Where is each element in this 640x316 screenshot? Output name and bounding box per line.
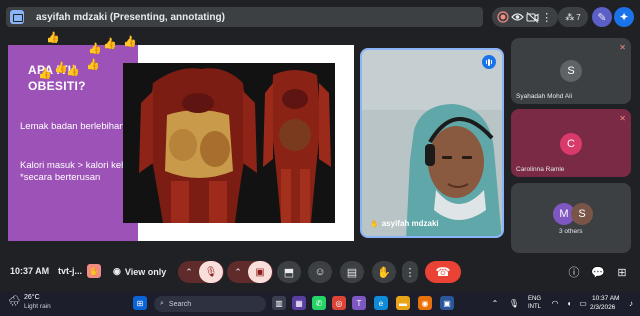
meet-app-icon[interactable]: ▦	[292, 296, 306, 310]
clock-time[interactable]: 10:37 AM	[592, 295, 619, 302]
participant-tile-carolinna[interactable]: ✕ C Carolinna Ramle	[511, 109, 631, 177]
presenting-chip[interactable]: asyifah mdzaki (Presenting, annotating)	[6, 7, 483, 27]
taskbar-search[interactable]: ⌕ Search	[154, 296, 266, 312]
language-indicator[interactable]: ENG	[528, 296, 541, 302]
slide-bullet-1: Lemak badan berlebihan	[20, 121, 125, 132]
avatar: S	[571, 203, 593, 225]
thumbs-up-reaction-icon: 👍	[66, 65, 80, 77]
keyboard-layout[interactable]: INTL	[528, 304, 541, 310]
file-explorer-icon[interactable]: ▬	[396, 296, 410, 310]
others-tile[interactable]: M S 3 others	[511, 183, 631, 253]
no-video-icon[interactable]	[525, 10, 539, 24]
mic-off-icon: ✕	[619, 114, 626, 123]
notification-bell-icon[interactable]: ♪	[624, 296, 638, 310]
search-placeholder: Search	[168, 300, 192, 308]
chevron-up-icon[interactable]: ⌃	[228, 267, 248, 278]
mic-off-icon[interactable]: 🎙	[199, 261, 223, 283]
thumbs-up-reaction-icon: 👍	[38, 68, 52, 80]
search-icon: ⌕	[160, 300, 164, 307]
task-view-icon[interactable]: ▥	[272, 296, 286, 310]
presenting-title: asyifah mdzaki (Presenting, annotating)	[36, 11, 225, 23]
edge-icon[interactable]: e	[374, 296, 388, 310]
hand-raised-icon: ✋	[370, 221, 379, 228]
more-options-icon[interactable]: ⋮	[540, 10, 554, 24]
eye-icon: ◉	[113, 266, 121, 276]
record-icon[interactable]	[496, 10, 510, 24]
wifi-icon[interactable]: ◠	[548, 296, 562, 310]
thumbs-up-reaction-icon: 👍	[86, 59, 100, 71]
chrome-icon[interactable]: ◎	[332, 296, 346, 310]
rain-cloud-icon[interactable]: 🌧	[8, 296, 21, 307]
weather-desc[interactable]: Light rain	[24, 303, 51, 310]
chrome-profile-icon[interactable]: ◉	[418, 296, 432, 310]
captions-icon[interactable]: ▤	[340, 261, 364, 283]
mic-icon[interactable]: 🎙	[507, 296, 521, 310]
camera-off-icon[interactable]: ▣	[248, 261, 272, 283]
participant-name: Carolinna Ramle	[516, 166, 565, 173]
present-screen-icon	[10, 10, 24, 24]
end-call-button[interactable]: ☎	[425, 261, 461, 283]
people-count: 7	[576, 12, 581, 22]
view-only-label: View only	[124, 266, 167, 277]
camera-control[interactable]: ⌃ ▣	[227, 261, 273, 283]
chevron-up-icon[interactable]: ⌃	[179, 267, 199, 278]
anatomy-comparison-image	[123, 63, 335, 223]
store-icon[interactable]: ▣	[440, 296, 454, 310]
whatsapp-icon[interactable]: ✆	[312, 296, 326, 310]
avatar: S	[560, 60, 582, 82]
annotation-tools: ⋮	[492, 7, 558, 27]
volume-icon[interactable]: ◖	[562, 296, 576, 310]
emoji-reaction-icon[interactable]: ☺	[308, 261, 332, 283]
meeting-code[interactable]: tvt-j...	[58, 266, 82, 276]
mic-off-icon: ✕	[619, 43, 626, 52]
main-participant-name: ✋ asyifah mdzaki	[370, 219, 439, 228]
info-icon[interactable]: ⓘ	[565, 263, 583, 281]
raise-hand-icon[interactable]: ✋	[372, 261, 396, 283]
gemini-sparkle-icon[interactable]: ✦	[614, 7, 634, 27]
speaking-indicator-icon	[482, 55, 496, 69]
more-options-icon[interactable]: ⋮	[402, 261, 418, 283]
teams-icon[interactable]: T	[352, 296, 366, 310]
main-participant-name-text: asyifah mdzaki	[381, 219, 439, 228]
start-windows-icon[interactable]: ⊞	[133, 296, 147, 310]
slide-bullet-2: Kalori masuk > kalori keluar *secara ber…	[20, 160, 137, 184]
present-screen-icon[interactable]: ⬒	[277, 261, 301, 283]
thumbs-up-reaction-icon: 👍	[46, 32, 60, 44]
mic-control[interactable]: ⌃ 🎙	[178, 261, 224, 283]
people-icon: ⁂	[565, 11, 575, 22]
meeting-time: 10:37 AM	[10, 266, 50, 276]
chat-icon[interactable]: 💬	[589, 263, 607, 281]
clock-date[interactable]: 2/3/2026	[590, 304, 615, 311]
apps-icon[interactable]: ⊞	[613, 263, 631, 281]
thumbs-up-reaction-icon: 👍	[123, 36, 137, 48]
people-button[interactable]: ⁂ 7	[558, 7, 588, 27]
battery-icon[interactable]: ▭	[576, 296, 590, 310]
others-label: 3 others	[559, 228, 583, 235]
main-participant-video[interactable]	[360, 48, 504, 238]
participant-name: Syahadah Mohd Ali	[516, 93, 573, 100]
thumbs-up-reaction-icon: 👍	[88, 43, 102, 55]
raised-hand-badge-icon[interactable]: ✋	[87, 264, 101, 278]
eye-icon[interactable]	[511, 10, 525, 24]
weather-temp[interactable]: 26°C	[24, 294, 40, 301]
participant-tile-syahadah[interactable]: ✕ S Syahadah Mohd Ali	[511, 38, 631, 104]
avatar: C	[560, 133, 582, 155]
chevron-up-icon[interactable]: ⌃	[488, 296, 502, 310]
thumbs-up-reaction-icon: 👍	[103, 38, 117, 50]
annotate-pen-icon[interactable]: ✎	[592, 7, 612, 27]
view-only-indicator[interactable]: ◉ View only	[113, 266, 166, 277]
